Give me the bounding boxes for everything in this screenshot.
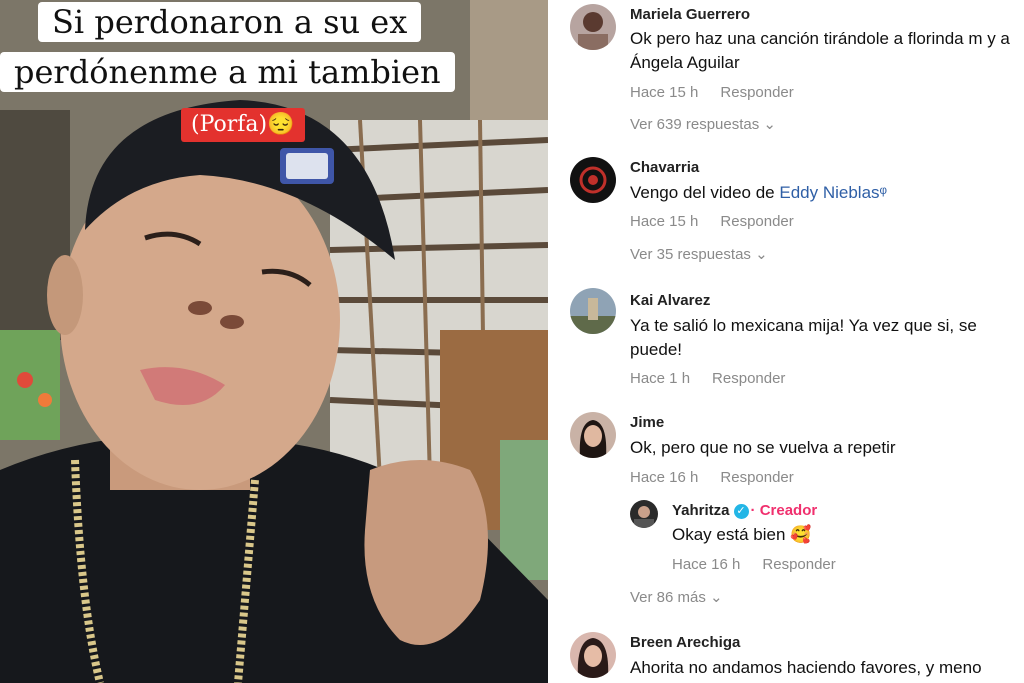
comment-username[interactable]: Kai Alvarez xyxy=(630,292,710,309)
comment-time: Hace 1 h xyxy=(630,370,691,387)
avatar-photo-icon xyxy=(579,420,607,458)
search-link[interactable]: Eddy Nieblasᵠ xyxy=(779,183,887,202)
avatar[interactable] xyxy=(630,500,658,528)
comment-username[interactable]: Jime xyxy=(630,414,664,431)
search-link-text: Eddy Nieblas xyxy=(779,183,880,202)
comment-text: Vengo del video de Eddy Nieblasᵠ xyxy=(630,181,1024,205)
comment-time: Hace 15 h xyxy=(630,84,699,101)
reply-button[interactable]: Responder xyxy=(720,84,793,101)
reply-username-row: Yahritza ✓ · Creador xyxy=(672,502,817,519)
avatar-photo-icon xyxy=(578,12,608,50)
view-replies-button[interactable]: Ver 35 respuestas ⌄ xyxy=(630,245,768,263)
creator-label: · Creador xyxy=(750,502,818,519)
comment-meta: Hace 15 h Responder xyxy=(630,213,794,230)
comment-meta: Hace 15 h Responder xyxy=(630,84,794,101)
reply-button[interactable]: Responder xyxy=(712,370,785,387)
avatar-photo-icon xyxy=(634,506,654,528)
video-badge: (Porfa)😔 xyxy=(181,108,305,142)
video-scene-image xyxy=(0,0,548,683)
comment-text: Ahorita no andamos haciendo favores, y m… xyxy=(630,658,982,677)
reply-username[interactable]: Yahritza xyxy=(672,502,730,519)
avatar[interactable] xyxy=(570,632,616,678)
comment-text: Ok, pero que no se vuelva a repetir xyxy=(630,438,896,457)
verified-icon: ✓ xyxy=(733,504,749,519)
avatar[interactable] xyxy=(570,4,616,50)
search-icon: ᵠ xyxy=(879,183,888,202)
comment-item: Mariela Guerrero Ok pero haz una canción… xyxy=(548,0,1024,140)
avatar-landscape-icon xyxy=(570,298,616,334)
comment-username[interactable]: Breen Arechiga xyxy=(630,634,740,651)
reply-time: Hace 16 h xyxy=(672,556,741,573)
comment-item: Chavarria Vengo del video de Eddy Niebla… xyxy=(548,155,1024,275)
reply-button[interactable]: Responder xyxy=(720,213,793,230)
avatar-logo-icon xyxy=(579,166,607,194)
video-caption-line-2: perdónenme a mi tambien xyxy=(0,52,455,92)
reply-button[interactable]: Responder xyxy=(762,556,835,573)
comment-meta: Hace 1 h Responder xyxy=(630,370,785,387)
view-replies-button[interactable]: Ver 639 respuestas ⌄ xyxy=(630,115,776,133)
view-more-button[interactable]: Ver 86 más ⌄ xyxy=(630,588,723,606)
avatar[interactable] xyxy=(570,288,616,334)
comments-panel: Mariela Guerrero Ok pero haz una canción… xyxy=(548,0,1024,683)
comment-time: Hace 15 h xyxy=(630,213,699,230)
avatar-photo-icon xyxy=(577,638,609,678)
reply-text: Okay está bien 🥰 xyxy=(672,525,812,544)
comment-username[interactable]: Mariela Guerrero xyxy=(630,6,750,23)
reply-button[interactable]: Responder xyxy=(720,469,793,486)
comment-item: Breen Arechiga Ahorita no andamos hacien… xyxy=(548,630,1024,683)
comment-time: Hace 16 h xyxy=(630,469,699,486)
creator-reply: Yahritza ✓ · Creador Okay está bien 🥰 Hace… xyxy=(548,498,1024,588)
comment-text: Ok pero haz una canción tirándole a flor… xyxy=(630,29,1010,72)
comment-item: Jime Ok, pero que no se vuelva a repetir… xyxy=(548,410,1024,620)
reply-meta: Hace 16 h Responder xyxy=(672,556,836,573)
comment-text-prefix: Vengo del video de xyxy=(630,183,780,202)
avatar[interactable] xyxy=(570,157,616,203)
comment-meta: Hace 16 h Responder xyxy=(630,469,794,486)
comment-username[interactable]: Chavarria xyxy=(630,159,699,176)
comment-text: Ya te salió lo mexicana mija! Ya vez que… xyxy=(630,316,977,359)
comment-item: Kai Alvarez Ya te salió lo mexicana mija… xyxy=(548,288,1024,398)
avatar[interactable] xyxy=(570,412,616,458)
video-frame[interactable]: Si perdonaron a su ex perdónenme a mi ta… xyxy=(0,0,548,683)
video-caption-line-1: Si perdonaron a su ex xyxy=(38,2,422,42)
